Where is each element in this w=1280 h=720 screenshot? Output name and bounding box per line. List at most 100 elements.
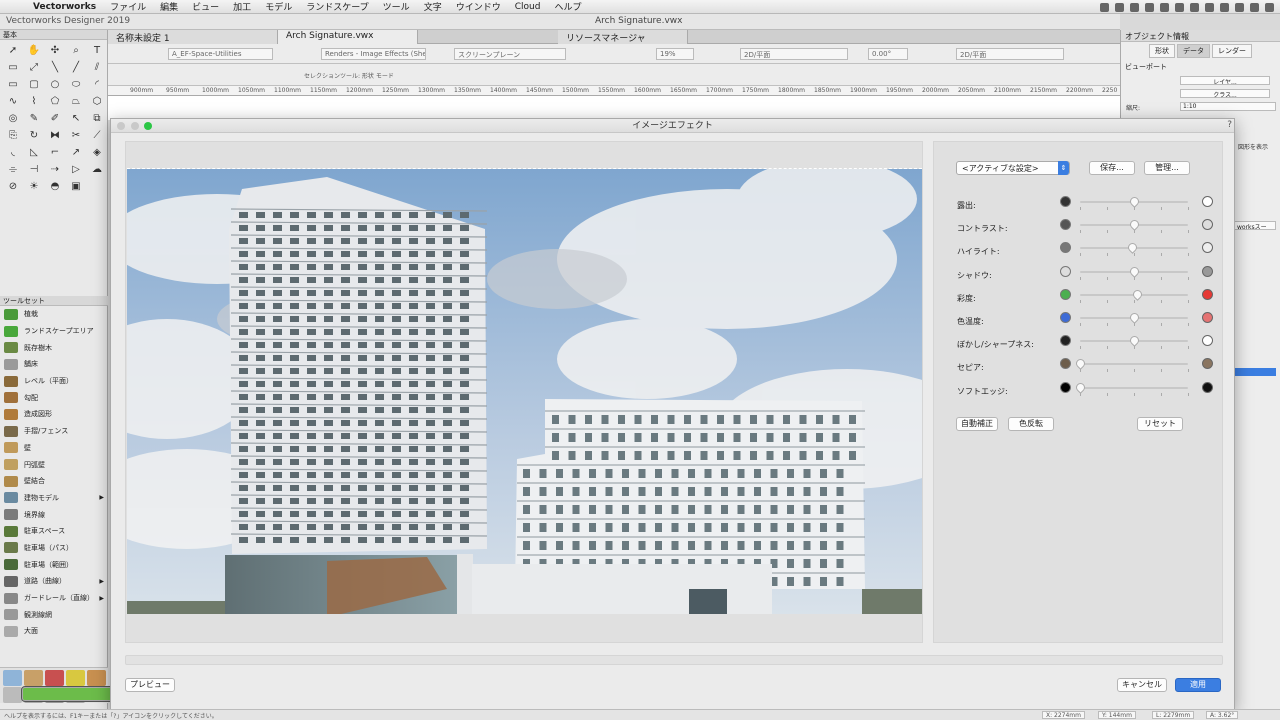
slider-track[interactable]	[1080, 241, 1188, 255]
tab-arch-signature[interactable]: Arch Signature.vwx	[278, 30, 418, 44]
menu-window[interactable]: ウインドウ	[449, 0, 508, 13]
freehand-tool-icon[interactable]: ∿	[3, 93, 23, 109]
toolset-item[interactable]: 駐車場（範囲）	[0, 556, 108, 573]
zoom-tool-icon[interactable]: ⌕	[66, 42, 86, 58]
locus-tool-icon[interactable]: ⊘	[3, 178, 23, 194]
toolset-item[interactable]: 大面	[0, 623, 108, 640]
toolset-item[interactable]: ランドスケープエリア	[0, 323, 108, 340]
line-tool-icon[interactable]: ╲	[45, 59, 65, 75]
scale-select[interactable]: 1:10	[1180, 102, 1276, 111]
status-icon[interactable]	[1130, 2, 1139, 12]
double-polygon-tool-icon[interactable]: ⏢	[66, 93, 86, 109]
minimize-icon[interactable]	[131, 122, 139, 130]
menu-text[interactable]: 文字	[417, 0, 449, 13]
slider-thumb[interactable]	[1131, 287, 1145, 301]
menu-file[interactable]: ファイル	[103, 0, 153, 13]
trim-tool-icon[interactable]: ⌐	[45, 144, 65, 160]
menu-app[interactable]: Vectorworks	[26, 2, 103, 12]
double-line-tool-icon[interactable]: ⫽	[87, 59, 107, 75]
tab-data[interactable]: データ	[1177, 44, 1210, 58]
status-icon[interactable]	[1145, 2, 1154, 12]
cancel-button[interactable]: キャンセル	[1117, 678, 1167, 692]
preview-button[interactable]: プレビュー	[125, 678, 175, 692]
toolset-item[interactable]: 勾配	[0, 389, 108, 406]
toolset-item[interactable]: 観測線網	[0, 606, 108, 623]
zoom-icon[interactable]	[144, 122, 152, 130]
tab-render[interactable]: レンダー	[1212, 44, 1252, 58]
dimension-tool-icon[interactable]: ⤢	[24, 59, 44, 75]
slider-thumb[interactable]	[1125, 241, 1139, 255]
offset-tool-icon[interactable]: ⎘	[3, 127, 23, 143]
section-tool-icon[interactable]: ▷	[66, 161, 86, 177]
status-icon[interactable]	[1100, 2, 1109, 12]
line2-tool-icon[interactable]: ╱	[66, 59, 86, 75]
zoom-field[interactable]: 19%	[656, 48, 694, 60]
menu-tools[interactable]: ツール	[376, 0, 417, 13]
selected-row[interactable]	[1232, 368, 1276, 376]
worksheet-select[interactable]: worksスー	[1234, 221, 1276, 231]
status-icon[interactable]	[1175, 2, 1184, 12]
slider-thumb[interactable]	[1128, 311, 1141, 324]
rotate-tool-icon[interactable]: ↻	[24, 127, 44, 143]
slider-track[interactable]	[1080, 287, 1188, 301]
camera-tool-icon[interactable]: ◓	[45, 178, 65, 194]
cloud-tool-icon[interactable]: ☁	[87, 161, 107, 177]
status-icon[interactable]	[1205, 2, 1214, 12]
toolset-item[interactable]: ガードレール（直線） ▶	[0, 590, 108, 607]
class-select[interactable]: A_EF-Space-Utilities	[168, 48, 273, 60]
help-icon[interactable]: ?	[1227, 120, 1232, 130]
slider-thumb[interactable]	[1128, 334, 1141, 348]
toolset-item[interactable]: 手摺/フェンス	[0, 423, 108, 440]
close-icon[interactable]	[117, 122, 125, 130]
polygon-tool-icon[interactable]: ⬠	[45, 93, 65, 109]
volume-icon[interactable]	[1235, 2, 1244, 12]
toolset-item[interactable]: 道路（曲線） ▶	[0, 573, 108, 590]
viewport-tool-icon[interactable]: ▣	[66, 178, 86, 194]
toolset-item[interactable]: 境界線	[0, 506, 108, 523]
eyedropper-tool-icon[interactable]: ✎	[24, 110, 44, 126]
render-select[interactable]: Renders - Image Effects (Sheet...	[321, 48, 426, 60]
water-toolset-icon[interactable]	[3, 670, 22, 686]
preset-select[interactable]: <アクティブな設定> ⇕	[956, 161, 1070, 175]
toolset-item[interactable]: 駐車場（パス）	[0, 540, 108, 557]
slider-thumb[interactable]	[1074, 357, 1087, 371]
light-tool-icon[interactable]: ☀	[24, 178, 44, 194]
rectangle-tool-icon[interactable]: ▭	[3, 76, 23, 92]
plane-select[interactable]: スクリーンプレーン	[454, 48, 566, 60]
slider-track[interactable]	[1080, 264, 1188, 278]
split-tool-icon[interactable]: ✂	[66, 127, 86, 143]
slider-track[interactable]	[1080, 311, 1188, 324]
manage-button[interactable]: 管理...	[1144, 161, 1190, 175]
slider-track[interactable]	[1080, 218, 1188, 232]
slider-track[interactable]	[1080, 195, 1188, 208]
apply-button[interactable]: 適用	[1175, 678, 1221, 692]
chamfer-tool-icon[interactable]: ◺	[24, 144, 44, 160]
auto-correct-button[interactable]: 自動補正	[956, 417, 998, 431]
menu-cloud[interactable]: Cloud	[508, 2, 548, 12]
toolset-item[interactable]: 舗床	[0, 356, 108, 373]
slider-track[interactable]	[1074, 380, 1188, 394]
clip-tool-icon[interactable]: ⧉	[87, 110, 107, 126]
flyover-tool-icon[interactable]: ✣	[45, 42, 65, 58]
toolset-item[interactable]: 円弧壁	[0, 456, 108, 473]
selection-tool-icon[interactable]: ➚	[3, 42, 23, 58]
pencil-toolset-icon[interactable]	[3, 687, 22, 703]
text-tool-icon[interactable]: T	[87, 42, 107, 58]
slider-track[interactable]	[1080, 334, 1188, 348]
status-icon[interactable]	[1190, 2, 1199, 12]
menu-model[interactable]: モデル	[258, 0, 299, 13]
attribute-tool-icon[interactable]: ✐	[45, 110, 65, 126]
slider-thumb[interactable]	[1128, 218, 1141, 232]
tab-untitled[interactable]: 名称未設定 1	[108, 30, 278, 44]
slider-thumb[interactable]	[1128, 195, 1141, 208]
save-button[interactable]: 保存...	[1089, 161, 1135, 175]
menu-edit[interactable]: 編集	[153, 0, 185, 13]
drawing-canvas[interactable]	[108, 96, 1120, 120]
status-icon[interactable]	[1160, 2, 1169, 12]
toolset-item[interactable]: 駐車スペース	[0, 523, 108, 540]
callout-tool-icon[interactable]: ▭	[3, 59, 23, 75]
menu-landscape[interactable]: ランドスケープ	[299, 0, 375, 13]
connect-tool-icon[interactable]: ⟋	[87, 127, 107, 143]
invert-color-button[interactable]: 色反転	[1008, 417, 1054, 431]
move-tool-icon[interactable]: ↗	[66, 144, 86, 160]
